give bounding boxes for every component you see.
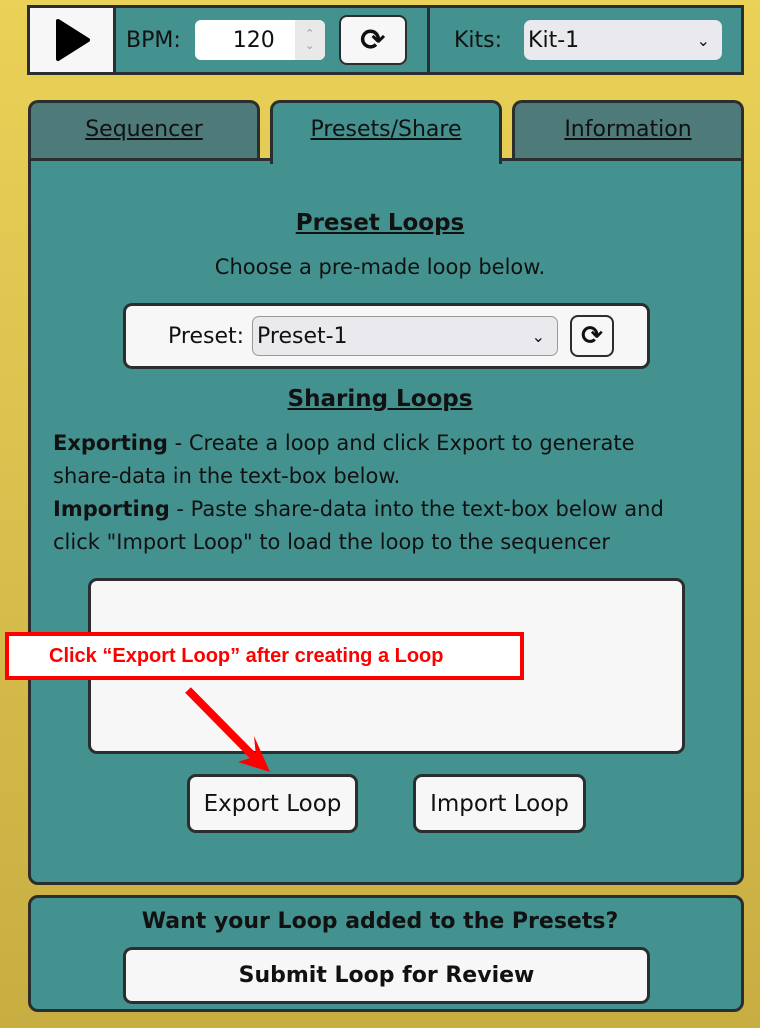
callout-annotation: Click “Export Loop” after creating a Loo… (5, 632, 524, 680)
refresh-icon: ⟳ (360, 22, 386, 58)
arrow-icon (185, 687, 270, 772)
bpm-stepper[interactable]: ⌃ ⌄ (294, 20, 325, 60)
bpm-section: BPM: 120 ⌃ ⌄ ⟳ (116, 8, 430, 72)
chevron-down-icon: ⌄ (531, 326, 546, 346)
sharing-heading: Sharing Loops (287, 386, 473, 412)
exporting-text: Exporting - Create a loop and click Expo… (53, 431, 635, 488)
bpm-label: BPM: (126, 27, 181, 53)
submit-loop-button[interactable]: Submit Loop for Review (123, 947, 650, 1004)
preset-heading: Preset Loops (295, 210, 465, 236)
toolbar: BPM: 120 ⌃ ⌄ ⟳ Kits: Kit-1 ⌄ (27, 5, 744, 75)
preset-box: Preset: Preset-1 ⌄ ⟳ (123, 303, 650, 369)
play-button[interactable] (30, 8, 116, 72)
import-loop-button[interactable]: Import Loop (413, 774, 586, 833)
tab-presets-share[interactable]: Presets/Share (270, 100, 502, 164)
chevron-down-icon: ⌄ (696, 30, 711, 50)
preset-select[interactable]: Preset-1 ⌄ (252, 316, 559, 356)
importing-text: Importing - Paste share-data into the te… (53, 497, 664, 554)
preset-label: Preset: (168, 323, 245, 349)
reset-bpm-button[interactable]: ⟳ (338, 15, 407, 65)
tab-sequencer[interactable]: Sequencer (28, 100, 260, 160)
load-preset-button[interactable]: ⟳ (570, 315, 615, 357)
refresh-icon: ⟳ (581, 321, 603, 351)
submit-prompt: Want your Loop added to the Presets? (141, 909, 619, 934)
kits-section: Kits: Kit-1 ⌄ (430, 8, 741, 72)
bpm-input[interactable]: 120 ⌃ ⌄ (194, 20, 325, 60)
export-loop-button[interactable]: Export Loop (187, 774, 358, 833)
kits-select[interactable]: Kit-1 ⌄ (524, 20, 723, 60)
kits-label: Kits: (454, 27, 503, 53)
preset-subtitle: Choose a pre-made loop below. (214, 255, 546, 279)
play-icon (55, 19, 90, 61)
tab-information[interactable]: Information (512, 100, 744, 160)
